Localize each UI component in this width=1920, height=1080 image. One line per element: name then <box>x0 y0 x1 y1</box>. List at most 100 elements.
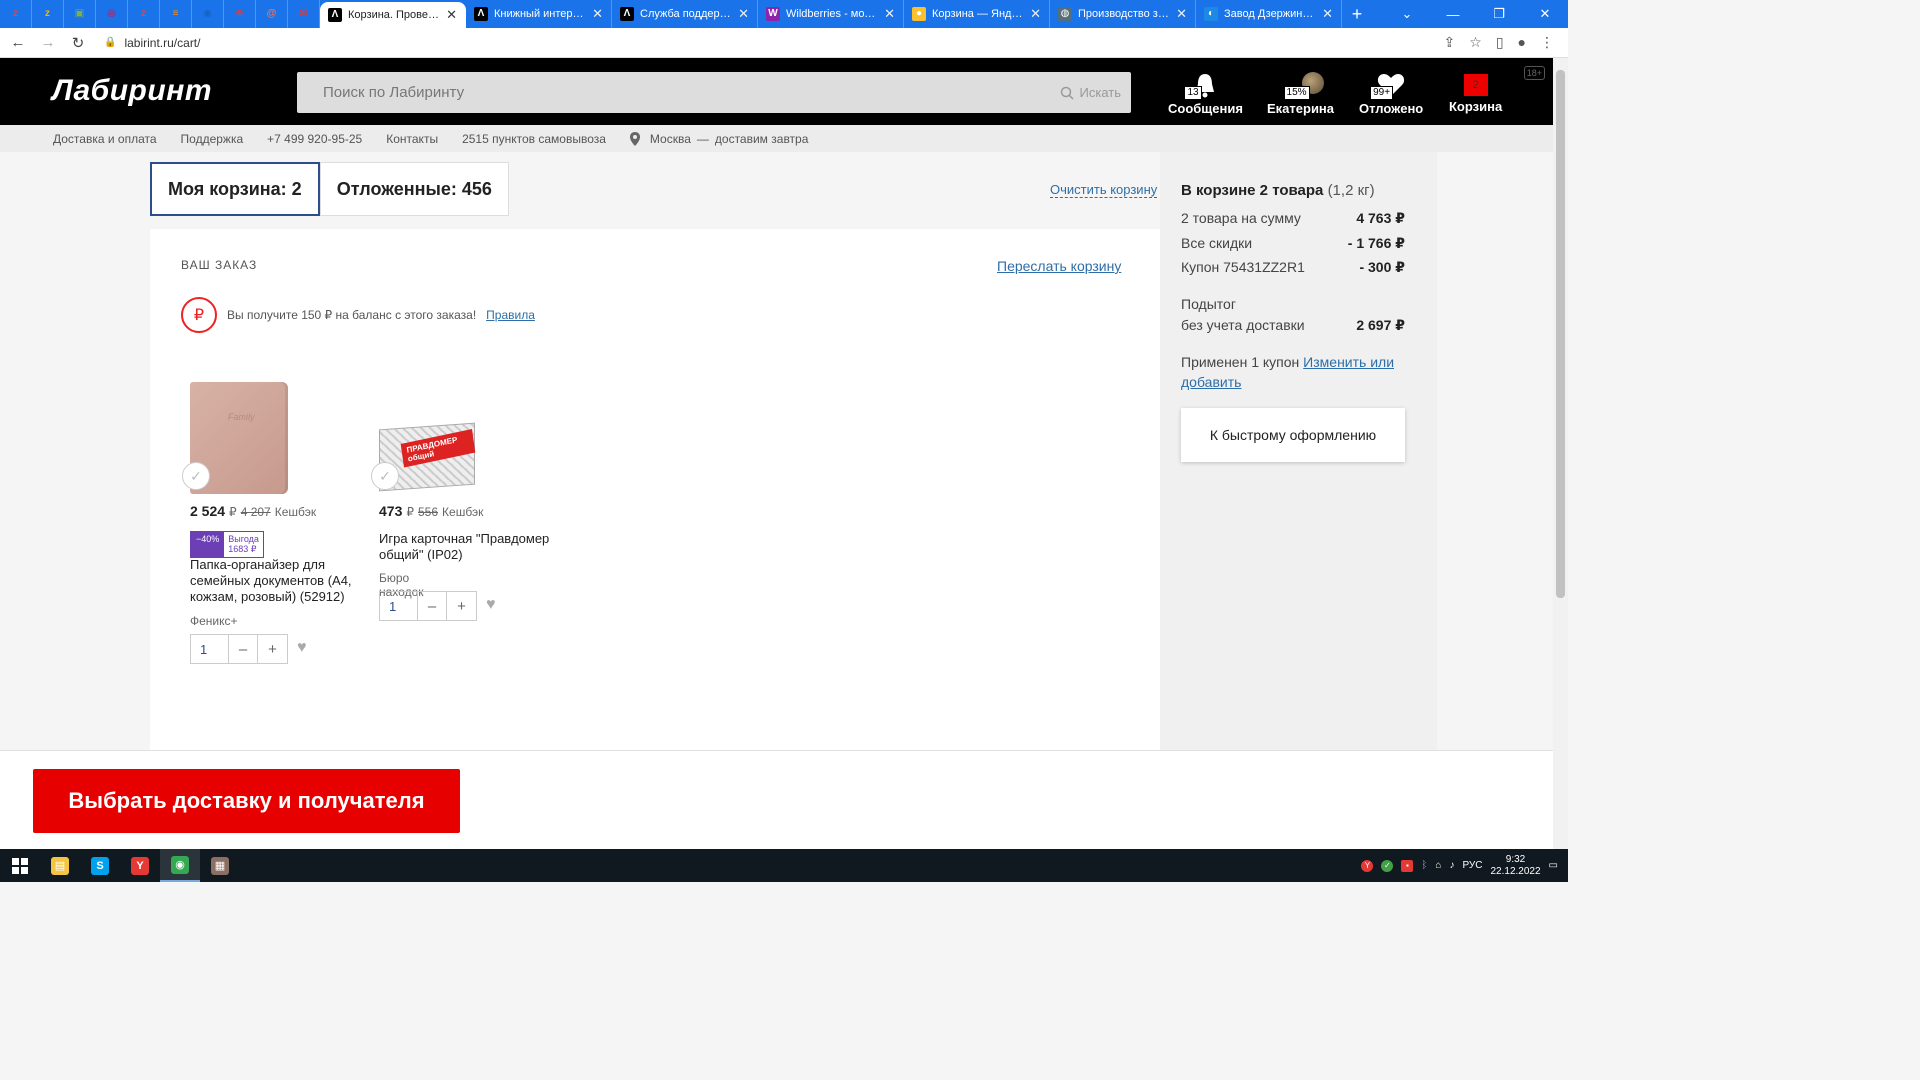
quantity-input[interactable]: 1 <box>380 592 418 620</box>
restore-icon[interactable]: ❐ <box>1476 6 1522 22</box>
close-window-icon[interactable]: ✕ <box>1522 6 1568 22</box>
close-tab-icon[interactable]: ✕ <box>738 6 749 22</box>
close-tab-icon[interactable]: ✕ <box>446 7 457 23</box>
summary-row: Все скидки - 1 766 ₽ <box>1181 235 1405 252</box>
header-messages[interactable]: 13 Сообщения <box>1168 72 1243 116</box>
lock-icon[interactable]: 🔒 <box>104 37 116 48</box>
quantity-input[interactable]: 1 <box>191 635 229 663</box>
header-postponed[interactable]: 99+ Отложено <box>1359 72 1423 116</box>
quick-checkout-button[interactable]: К быстрому оформлению <box>1181 408 1405 462</box>
share-cart-link[interactable]: Переслать корзину <box>997 258 1121 274</box>
app-tray-icon[interactable]: ▪ <box>1401 859 1414 872</box>
phone-link[interactable]: +7 499 920-95-25 <box>267 132 362 146</box>
tab-postponed[interactable]: Отложенные: 456 <box>319 162 509 216</box>
select-item-checkbox[interactable]: ✓ <box>182 462 210 490</box>
magnifier-icon <box>1060 86 1074 100</box>
location-selector[interactable]: Москва — доставим завтра <box>629 131 808 146</box>
header-cart[interactable]: 2 Корзина <box>1449 72 1502 114</box>
pinned-tab[interactable]: z <box>32 0 64 28</box>
pinned-tab[interactable]: ◎ <box>96 0 128 28</box>
side-panel-icon[interactable]: ▯ <box>1496 34 1504 51</box>
header-profile[interactable]: 15% Екатерина <box>1267 72 1334 116</box>
close-tab-icon[interactable]: ✕ <box>1030 6 1041 22</box>
select-item-checkbox[interactable]: ✓ <box>371 462 399 490</box>
security-tray-icon[interactable]: ✓ <box>1381 859 1394 872</box>
close-tab-icon[interactable]: ✕ <box>1322 6 1333 22</box>
browser-tab[interactable]: Λ Книжный интернет-м ✕ <box>466 0 612 28</box>
search-button[interactable]: Искать <box>1060 82 1121 103</box>
bluetooth-icon[interactable]: ᛒ <box>1421 860 1427 871</box>
delivery-link[interactable]: Доставка и оплата <box>53 132 157 146</box>
share-icon[interactable]: ⇪ <box>1444 34 1456 51</box>
postpone-heart-icon[interactable]: ♥ <box>297 639 307 657</box>
scrollbar-thumb[interactable] <box>1556 70 1565 598</box>
clear-cart-link[interactable]: Очистить корзину <box>1050 182 1158 198</box>
tab-favicon-icon: ▣ <box>74 8 85 19</box>
url-field[interactable]: 🔒 labirint.ru/cart/ <box>98 36 1434 50</box>
tab-favicon-icon: z <box>13 8 18 19</box>
notifications-icon[interactable]: ▭ <box>1549 860 1558 871</box>
decrease-button[interactable]: – <box>229 635 258 663</box>
choose-delivery-button[interactable]: Выбрать доставку и получателя <box>33 769 460 833</box>
price-currency: ₽ <box>229 505 237 519</box>
pinned-tab[interactable]: ⊕ <box>224 0 256 28</box>
pinned-tab[interactable]: ≡ <box>160 0 192 28</box>
browser-tab[interactable]: ● Корзина — Яндекс М ✕ <box>904 0 1050 28</box>
discount-badge: −40% Выгода 1683 ₽ <box>190 531 264 558</box>
keyboard-language[interactable]: РУС <box>1462 860 1482 871</box>
search-input[interactable] <box>297 72 1037 113</box>
page-scrollbar[interactable] <box>1553 58 1568 849</box>
pinned-tab[interactable]: z <box>0 0 32 28</box>
new-tab-button[interactable]: + <box>1342 0 1372 28</box>
product-title[interactable]: Игра карточная "Правдомер общий" (IP02) <box>379 531 559 563</box>
minimize-icon[interactable]: — <box>1430 7 1476 22</box>
pinned-tab[interactable]: z <box>128 0 160 28</box>
browser-tab[interactable]: ◐ Завод Дзержинских ✕ <box>1196 0 1342 28</box>
summary-row-label: Купон 75431ZZ2R1 <box>1181 259 1305 275</box>
support-link[interactable]: Поддержка <box>181 132 244 146</box>
site-logo[interactable]: Лабиринт <box>52 74 212 108</box>
browser-tab[interactable]: Λ Служба поддержки | ✕ <box>612 0 758 28</box>
site-header: Лабиринт Искать 13 Сообщения 15% Екатери… <box>0 58 1553 125</box>
tab-search-icon[interactable]: ⌄ <box>1384 6 1430 22</box>
increase-button[interactable]: + <box>447 592 476 620</box>
taskbar-app[interactable]: Y <box>120 849 160 882</box>
bookmark-star-icon[interactable]: ☆ <box>1469 34 1482 51</box>
taskbar-app[interactable]: ◉ <box>160 849 200 882</box>
close-tab-icon[interactable]: ✕ <box>884 6 895 22</box>
network-icon[interactable]: ⌂ <box>1435 860 1441 871</box>
cashback-rules-link[interactable]: Правила <box>486 308 535 322</box>
system-clock[interactable]: 9:32 22.12.2022 <box>1490 854 1540 878</box>
product-title[interactable]: Папка-органайзер для семейных документов… <box>190 557 360 605</box>
taskbar-app[interactable]: ▦ <box>200 849 240 882</box>
close-tab-icon[interactable]: ✕ <box>592 6 603 22</box>
browser-tab[interactable]: Λ Корзина. Проверьте ✕ <box>320 2 466 28</box>
volume-icon[interactable]: ♪ <box>1449 860 1454 871</box>
postpone-heart-icon[interactable]: ♥ <box>486 596 496 614</box>
quantity-stepper: 1 – + <box>190 634 288 664</box>
taskbar-app[interactable]: ▤ <box>40 849 80 882</box>
browser-tab[interactable]: W Wildberries - модный ✕ <box>758 0 904 28</box>
pinned-tab[interactable]: ✉ <box>288 0 320 28</box>
contacts-link[interactable]: Контакты <box>386 132 438 146</box>
pinned-tab[interactable]: @ <box>256 0 288 28</box>
reload-icon[interactable]: ↻ <box>68 34 88 52</box>
menu-kebab-icon[interactable]: ⋮ <box>1540 34 1554 51</box>
pinned-tab[interactable]: ▣ <box>64 0 96 28</box>
start-button[interactable] <box>0 849 40 882</box>
browser-tab[interactable]: ◍ Производство защи ✕ <box>1050 0 1196 28</box>
product-brand[interactable]: Феникс+ <box>190 614 238 628</box>
cart-bag-icon: 2 <box>1463 74 1488 96</box>
increase-button[interactable]: + <box>258 635 287 663</box>
tab-my-cart[interactable]: Моя корзина: 2 <box>150 162 320 216</box>
back-icon[interactable]: ← <box>8 34 28 51</box>
taskbar-app[interactable]: S <box>80 849 120 882</box>
info-strip: Доставка и оплата Поддержка +7 499 920-9… <box>0 125 1553 152</box>
decrease-button[interactable]: – <box>418 592 447 620</box>
profile-icon[interactable]: ● <box>1518 34 1526 51</box>
pickup-link[interactable]: 2515 пунктов самовывоза <box>462 132 606 146</box>
yandex-tray-icon[interactable]: Y <box>1361 859 1374 872</box>
close-tab-icon[interactable]: ✕ <box>1176 6 1187 22</box>
forward-icon[interactable]: → <box>38 34 58 51</box>
pinned-tab[interactable]: ◉ <box>192 0 224 28</box>
